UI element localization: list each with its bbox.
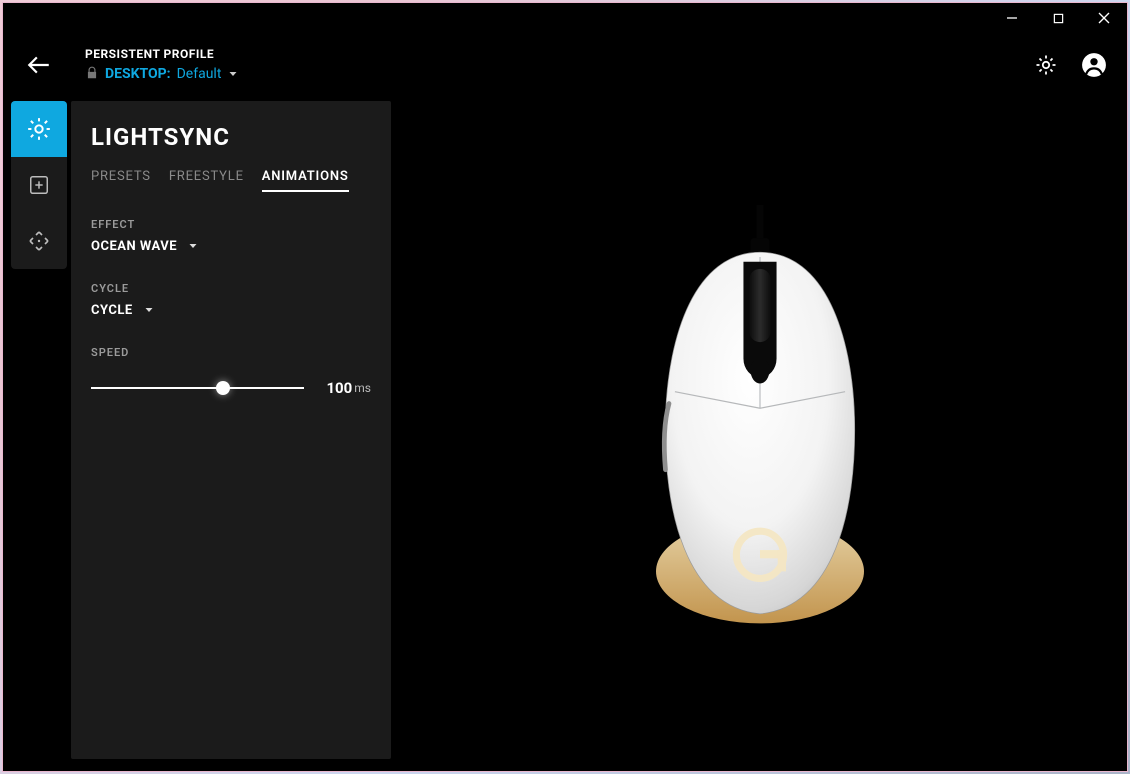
user-icon: [1081, 52, 1107, 78]
header: PERSISTENT PROFILE DESKTOP: Default: [23, 37, 1107, 93]
app-window: PERSISTENT PROFILE DESKTOP: Default: [2, 2, 1128, 772]
move-icon: [27, 229, 51, 253]
tab-animations[interactable]: ANIMATIONS: [262, 169, 349, 192]
profile-label: PERSISTENT PROFILE: [85, 47, 239, 61]
speed-slider[interactable]: 100ms: [91, 373, 371, 403]
slider-track: [91, 387, 304, 389]
mode-rail: [11, 101, 67, 269]
chevron-down-icon: [187, 237, 199, 256]
gear-icon: [1034, 53, 1058, 77]
chevron-down-icon: [143, 301, 155, 320]
speed-label: SPEED: [91, 346, 371, 359]
effect-value: OCEAN WAVE: [91, 239, 177, 254]
brightness-icon: [26, 116, 52, 142]
rail-add[interactable]: [11, 157, 67, 213]
lock-icon: [85, 65, 99, 84]
profile-prefix: DESKTOP:: [105, 66, 171, 82]
mouse-illustration: [630, 205, 890, 654]
cycle-value: CYCLE: [91, 303, 133, 318]
effect-label: EFFECT: [91, 218, 371, 231]
settings-panel: LIGHTSYNC PRESETS FREESTYLE ANIMATIONS E…: [71, 101, 391, 759]
panel-title: LIGHTSYNC: [91, 123, 371, 151]
header-right: [1033, 52, 1107, 78]
rail-lightsync[interactable]: [11, 101, 67, 157]
chevron-down-icon: [227, 65, 239, 84]
tab-presets[interactable]: PRESETS: [91, 169, 151, 192]
cycle-select[interactable]: CYCLE: [91, 301, 371, 320]
panel-tabs: PRESETS FREESTYLE ANIMATIONS: [91, 169, 371, 192]
slider-thumb[interactable]: [216, 381, 230, 395]
speed-value: 100: [326, 379, 352, 397]
effect-select[interactable]: OCEAN WAVE: [91, 237, 371, 256]
speed-unit: ms: [354, 381, 371, 395]
plus-square-icon: [28, 174, 50, 196]
close-button[interactable]: [1081, 3, 1127, 33]
account-button[interactable]: [1081, 52, 1107, 78]
window-controls: [989, 3, 1127, 33]
cycle-field: CYCLE CYCLE: [91, 282, 371, 320]
settings-button[interactable]: [1033, 52, 1059, 78]
cycle-label: CYCLE: [91, 282, 371, 295]
speed-field: SPEED 100ms: [91, 346, 371, 403]
tab-freestyle[interactable]: FREESTYLE: [169, 169, 244, 192]
maximize-button[interactable]: [1035, 3, 1081, 33]
profile-name: Default: [177, 66, 222, 82]
device-preview: [403, 101, 1117, 759]
minimize-button[interactable]: [989, 3, 1035, 33]
rail-move[interactable]: [11, 213, 67, 269]
back-button[interactable]: [23, 49, 55, 81]
profile-block: PERSISTENT PROFILE DESKTOP: Default: [85, 47, 239, 84]
profile-selector[interactable]: DESKTOP: Default: [85, 65, 239, 84]
effect-field: EFFECT OCEAN WAVE: [91, 218, 371, 256]
